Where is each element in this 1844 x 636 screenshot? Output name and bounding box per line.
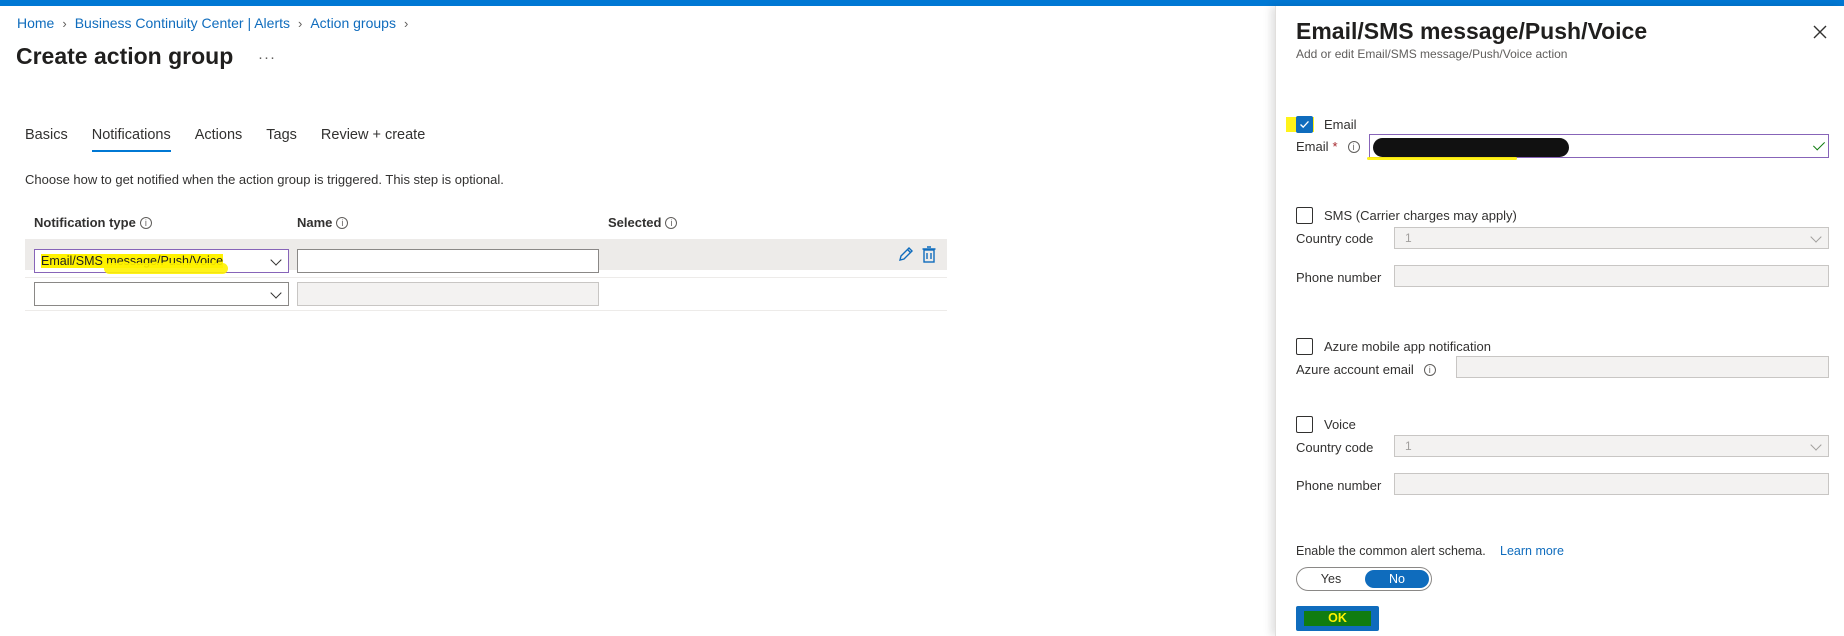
voice-checkbox[interactable] [1296,416,1313,433]
info-icon[interactable]: i [1423,363,1436,376]
header-notification-type-label: Notification type [34,215,136,230]
checkmark-icon [1300,120,1309,129]
email-input[interactable] [1369,134,1829,158]
panel-title: Email/SMS message/Push/Voice [1296,18,1648,44]
voice-checkbox-label: Voice [1324,417,1356,432]
chevron-right-icon: › [298,15,303,31]
sms-phone-label: Phone number [1296,270,1382,285]
edit-pencil-icon[interactable] [898,246,914,262]
voice-country-label: Country code [1296,440,1374,455]
chevron-down-icon [1810,231,1822,243]
chevron-right-icon: › [403,15,409,31]
header-selected-label: Selected [608,215,662,230]
voice-phone-label: Phone number [1296,478,1382,493]
azure-account-label-text: Azure account email [1296,362,1414,377]
sms-country-select: 1 [1394,227,1829,249]
email-label-text: Email [1296,139,1329,154]
common-alert-schema-toggle[interactable]: Yes No [1296,567,1432,591]
chevron-down-icon [270,254,282,266]
ok-button[interactable]: OK [1296,606,1379,631]
info-icon[interactable]: i [1347,140,1360,153]
sms-country-value: 1 [1405,231,1412,245]
email-field-label: Email * i [1296,139,1360,154]
tab-notifications[interactable]: Notifications [91,127,171,152]
learn-more-link[interactable]: Learn more [1500,544,1564,558]
chevron-right-icon: › [62,15,67,31]
panel-subtitle: Add or edit Email/SMS message/Push/Voice… [1296,47,1568,61]
email-checkbox[interactable] [1296,116,1313,133]
row-divider [25,310,947,311]
toggle-yes[interactable]: Yes [1299,570,1363,588]
info-icon[interactable]: i [665,216,678,229]
sms-country-label: Country code [1296,231,1374,246]
ok-button-label: OK [1328,611,1347,625]
email-sms-panel: Email/SMS message/Push/Voice Add or edit… [1275,6,1844,636]
highlighter-mark [1367,157,1517,160]
voice-country-value: 1 [1405,439,1412,453]
more-options-icon[interactable]: ··· [258,49,276,66]
voice-country-select: 1 [1394,435,1829,457]
tab-review-create[interactable]: Review + create [321,127,425,152]
header-selected: Selected i [608,215,678,230]
voice-phone-input [1394,473,1829,495]
breadcrumb: Home › Business Continuity Center | Aler… [17,15,416,31]
required-marker: * [1332,139,1338,154]
header-name-label: Name [297,215,333,230]
chevron-down-icon [1810,439,1822,451]
azure-account-input [1456,356,1829,378]
delete-trash-icon[interactable] [922,246,936,263]
info-icon[interactable]: i [139,216,152,229]
azure-account-label: Azure account email i [1296,362,1436,377]
azure-app-checkbox-label: Azure mobile app notification [1324,339,1491,354]
breadcrumb-action-groups[interactable]: Action groups [310,15,396,31]
redaction-mark [1373,138,1569,157]
sms-checkbox-label: SMS (Carrier charges may apply) [1324,208,1517,223]
tab-strip: Basics Notifications Actions Tags Review… [25,127,425,152]
breadcrumb-home[interactable]: Home [17,15,54,31]
page-title: Create action group [16,43,234,69]
valid-check-icon [1812,138,1826,151]
header-name: Name i [297,215,349,230]
row-divider [25,277,947,278]
tab-actions[interactable]: Actions [195,127,243,152]
header-notification-type: Notification type i [34,215,152,230]
highlighter-mark [104,263,228,274]
azure-app-checkbox[interactable] [1296,338,1313,355]
tab-basics[interactable]: Basics [25,127,68,152]
name-input[interactable] [297,249,599,273]
notification-type-dropdown-empty[interactable] [34,282,289,306]
name-input-disabled [297,282,599,306]
breadcrumb-business-continuity[interactable]: Business Continuity Center | Alerts [75,15,290,31]
sms-phone-input [1394,265,1829,287]
common-alert-schema-label: Enable the common alert schema. [1296,544,1486,558]
tab-tags[interactable]: Tags [266,127,297,152]
chevron-down-icon [270,287,282,299]
sms-checkbox[interactable] [1296,207,1313,224]
intro-text: Choose how to get notified when the acti… [25,172,504,187]
close-icon[interactable] [1813,25,1827,39]
email-checkbox-label: Email [1324,117,1357,132]
info-icon[interactable]: i [336,216,349,229]
toggle-no[interactable]: No [1365,570,1429,588]
